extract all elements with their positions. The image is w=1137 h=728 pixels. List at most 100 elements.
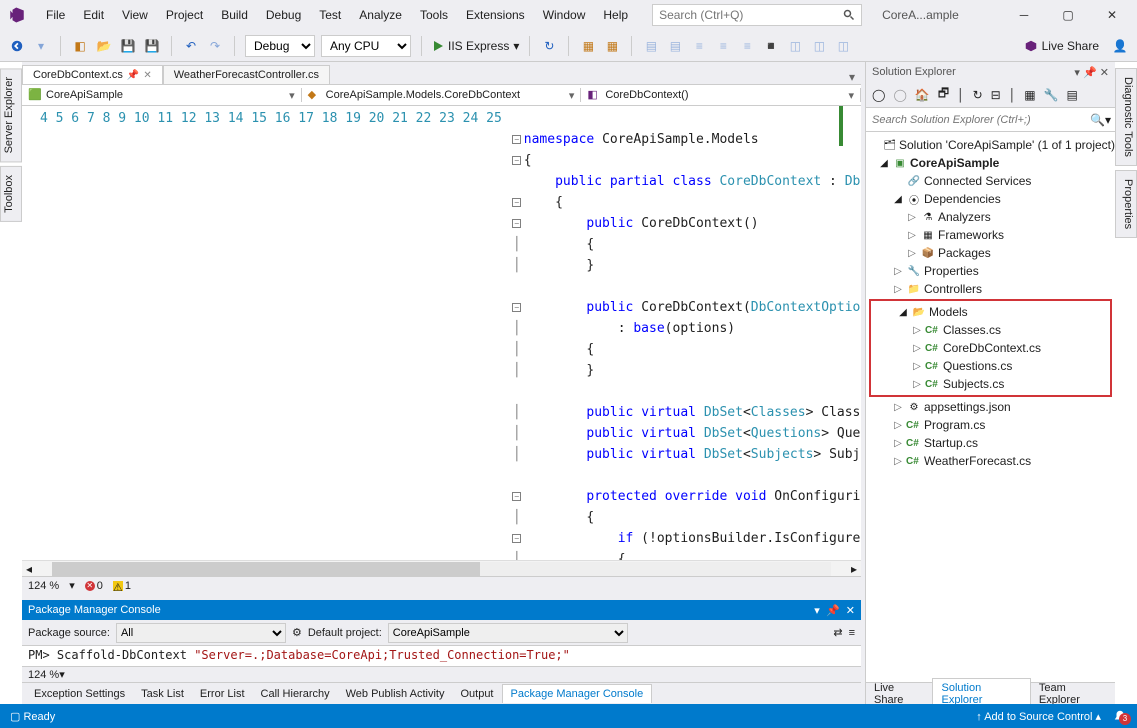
toolbox-tab[interactable]: Toolbox <box>0 166 22 222</box>
menu-view[interactable]: View <box>114 2 156 28</box>
menu-extensions[interactable]: Extensions <box>458 2 533 28</box>
code-editor[interactable]: 4 5 6 7 8 9 10 11 12 13 14 15 16 17 18 1… <box>22 106 861 560</box>
tree-appsettings[interactable]: ▷⚙appsettings.json <box>866 398 1115 416</box>
menu-debug[interactable]: Debug <box>258 2 309 28</box>
tree-questions-cs[interactable]: ▷C#Questions.cs <box>871 357 1110 375</box>
close-button[interactable]: ✕ <box>1099 8 1125 22</box>
back-icon[interactable]: ◯ <box>872 88 885 102</box>
run-button[interactable]: IIS Express ▾ <box>432 39 519 53</box>
status-source-control[interactable]: ↑ Add to Source Control ▴ <box>976 710 1101 723</box>
maximize-button[interactable]: ▢ <box>1055 8 1081 22</box>
pin-icon[interactable]: 📌 <box>1083 66 1097 79</box>
menu-tools[interactable]: Tools <box>412 2 456 28</box>
tree-connected[interactable]: 🔗Connected Services <box>866 172 1115 190</box>
tab-tasklist[interactable]: Task List <box>133 685 192 703</box>
properties-icon[interactable]: 🔧 <box>1044 88 1059 102</box>
sol-exp-search-input[interactable] <box>870 112 1090 128</box>
nav-class[interactable]: ◆ CoreApiSample.Models.CoreDbContext▾ <box>302 88 582 102</box>
tree-models[interactable]: ◢📂Models <box>871 303 1110 321</box>
pmc-project-dropdown[interactable]: CoreApiSample <box>388 623 628 643</box>
code-text[interactable]: namespace CoreApiSample.Models { public … <box>524 106 861 560</box>
toolbar-icon[interactable]: ◫ <box>834 37 852 55</box>
gear-icon[interactable]: ⚙ <box>292 626 302 639</box>
pmc-output[interactable]: PM> Scaffold-DbContext "Server=.;Databas… <box>22 646 861 666</box>
warning-count[interactable]: ⚠1 <box>113 580 131 592</box>
tab-pmc[interactable]: Package Manager Console <box>502 684 653 703</box>
menu-analyze[interactable]: Analyze <box>351 2 410 28</box>
menu-build[interactable]: Build <box>213 2 256 28</box>
tree-properties[interactable]: ▷🔧Properties <box>866 262 1115 280</box>
new-project-button[interactable]: ◧ <box>71 37 89 55</box>
redo-button[interactable]: ↷ <box>206 37 224 55</box>
tree-controllers[interactable]: ▷📁Controllers <box>866 280 1115 298</box>
tab-exception[interactable]: Exception Settings <box>26 685 133 703</box>
horizontal-scrollbar[interactable]: ◂▸ <box>22 560 861 576</box>
quick-launch-input[interactable] <box>659 8 829 22</box>
refresh-button[interactable]: ↻ <box>540 37 558 55</box>
live-share-button[interactable]: Live Share <box>1018 39 1105 53</box>
nav-project[interactable]: 🟩 CoreApiSample▾ <box>22 88 302 102</box>
sol-exp-tree[interactable]: 🗂Solution 'CoreApiSample' (1 of 1 projec… <box>866 132 1115 682</box>
tree-packages[interactable]: ▷📦Packages <box>866 244 1115 262</box>
search-icon[interactable] <box>843 9 855 21</box>
tab-webpublish[interactable]: Web Publish Activity <box>338 685 453 703</box>
pmc-zoom[interactable]: 124 % ▾ <box>22 666 861 682</box>
platform-dropdown[interactable]: Any CPU <box>321 35 411 57</box>
minimize-button[interactable]: ─ <box>1011 8 1037 22</box>
dropdown-icon[interactable]: ▾ <box>1074 66 1080 79</box>
error-count[interactable]: ✕0 <box>85 580 103 592</box>
toolbar-icon[interactable]: ▤ <box>666 37 684 55</box>
pmc-icon[interactable]: ≡ <box>849 627 855 639</box>
tree-weather[interactable]: ▷C#WeatherForecast.cs <box>866 452 1115 470</box>
menu-edit[interactable]: Edit <box>75 2 112 28</box>
menu-help[interactable]: Help <box>595 2 636 28</box>
bookmark-icon[interactable]: ◾ <box>762 37 780 55</box>
toolbar-icon[interactable]: ◫ <box>810 37 828 55</box>
menu-project[interactable]: Project <box>158 2 211 28</box>
close-icon[interactable]: ✕ <box>846 604 855 617</box>
save-button[interactable]: 💾 <box>119 37 137 55</box>
toolbar-icon[interactable]: ▤ <box>642 37 660 55</box>
refresh-icon[interactable]: ↻ <box>973 88 983 102</box>
feedback-icon[interactable]: 👤 <box>1111 37 1129 55</box>
tree-project[interactable]: ◢▣CoreApiSample <box>866 154 1115 172</box>
tree-classes-cs[interactable]: ▷C#Classes.cs <box>871 321 1110 339</box>
nav-back-button[interactable] <box>8 37 26 55</box>
sol-exp-search[interactable]: 🔍▾ <box>866 108 1115 132</box>
showall-icon[interactable]: ▦ <box>1024 88 1035 102</box>
zoom-level[interactable]: 124 % <box>28 580 59 592</box>
menu-test[interactable]: Test <box>311 2 349 28</box>
save-all-button[interactable]: 💾 <box>143 37 161 55</box>
pmc-icon[interactable]: ⇄ <box>833 626 842 639</box>
menu-file[interactable]: File <box>38 2 73 28</box>
tree-frameworks[interactable]: ▷▦Frameworks <box>866 226 1115 244</box>
toolbar-icon[interactable]: ≡ <box>738 37 756 55</box>
pin-icon[interactable]: 📌 <box>127 70 139 81</box>
home-icon[interactable]: 🏠 <box>915 88 930 102</box>
sync-icon[interactable]: 🗗 <box>938 84 949 105</box>
tree-startup[interactable]: ▷C#Startup.cs <box>866 434 1115 452</box>
tab-output[interactable]: Output <box>452 685 501 703</box>
quick-launch[interactable] <box>652 4 862 26</box>
pmc-title[interactable]: Package Manager Console ▾ 📌 ✕ <box>22 600 861 620</box>
toolbar-icon[interactable]: ▦ <box>579 37 597 55</box>
toolbar-icon[interactable]: ≡ <box>714 37 732 55</box>
preview-icon[interactable]: ▤ <box>1067 88 1078 102</box>
sol-exp-header[interactable]: Solution Explorer ▾ 📌 ✕ <box>866 62 1115 82</box>
nav-forward-button[interactable]: ▾ <box>32 37 50 55</box>
server-explorer-tab[interactable]: Server Explorer <box>0 68 22 162</box>
tab-callhierarchy[interactable]: Call Hierarchy <box>253 685 338 703</box>
pmc-dropdown-icon[interactable]: ▾ <box>814 604 820 617</box>
config-dropdown[interactable]: Debug <box>245 35 315 57</box>
tree-subjects-cs[interactable]: ▷C#Subjects.cs <box>871 375 1110 393</box>
collapse-icon[interactable]: ⊟ <box>991 88 1001 102</box>
menu-window[interactable]: Window <box>535 2 594 28</box>
tree-solution[interactable]: 🗂Solution 'CoreApiSample' (1 of 1 projec… <box>866 136 1115 154</box>
doc-dropdown[interactable]: ▾ <box>843 70 861 84</box>
undo-button[interactable]: ↶ <box>182 37 200 55</box>
tree-program[interactable]: ▷C#Program.cs <box>866 416 1115 434</box>
close-icon[interactable]: ✕ <box>143 70 151 81</box>
pin-icon[interactable]: 📌 <box>826 604 840 617</box>
diagnostic-tools-tab[interactable]: Diagnostic Tools <box>1115 68 1137 166</box>
open-file-button[interactable]: 📂 <box>95 37 113 55</box>
